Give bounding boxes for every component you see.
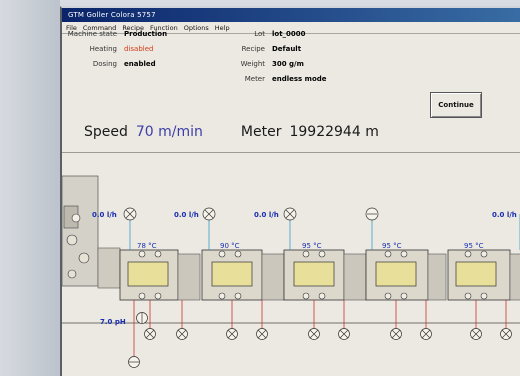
- process-schematic: 0.0 l/h 0.0 l/h 0.0 l/h 0.0 l/h 78 °C 90…: [62, 175, 520, 368]
- weight-row: Weight 300 g/m: [222, 60, 304, 68]
- continue-button[interactable]: Continue: [430, 92, 482, 118]
- app-window: GTM Goller Colora 5757 File Command Reci…: [60, 6, 520, 376]
- temp-label-5: 95 °C: [464, 242, 484, 250]
- window-titlebar[interactable]: GTM Goller Colora 5757: [62, 8, 520, 22]
- heating-value: disabled: [124, 45, 154, 53]
- drain-valves: [128, 312, 512, 368]
- lot-row: Lot lot_0000: [222, 30, 306, 38]
- flow-label-2: 0.0 l/h: [174, 211, 199, 219]
- machine-state-label: Machine state: [67, 30, 117, 38]
- temp-label-4: 95 °C: [382, 242, 402, 250]
- tank-row: [119, 249, 520, 301]
- weight-value: 300 g/m: [272, 60, 304, 68]
- recipe-row: Recipe Default: [222, 45, 301, 53]
- heating-row: Heating disabled: [62, 45, 154, 53]
- recipe-label: Recipe: [241, 45, 265, 53]
- temp-label-3: 95 °C: [302, 242, 322, 250]
- readout-line: Speed 70 m/min Meter 19922944 m: [84, 124, 379, 140]
- menu-options[interactable]: Options: [184, 22, 209, 33]
- meter-mode-label: Meter: [244, 75, 265, 83]
- machine-state-value: Production: [124, 30, 168, 38]
- dosing-value: enabled: [124, 60, 156, 68]
- lot-label: Lot: [254, 30, 265, 38]
- recipe-value: Default: [272, 45, 302, 53]
- dosing-row: Dosing enabled: [62, 60, 156, 68]
- dosing-valves: [123, 207, 379, 221]
- meter-label: Meter: [240, 124, 282, 140]
- dosing-label: Dosing: [92, 60, 117, 68]
- inlet-machinery: [62, 175, 121, 289]
- meter-value: 19922944 m: [289, 124, 379, 140]
- temp-label-1: 78 °C: [137, 242, 157, 250]
- flow-label-1: 0.0 l/h: [92, 211, 117, 219]
- speed-label: Speed: [84, 124, 128, 140]
- machine-state-row: Machine state Production: [62, 30, 167, 38]
- temp-label-2: 90 °C: [220, 242, 240, 250]
- flow-label-4: 0.0 l/h: [492, 211, 517, 219]
- weight-label: Weight: [240, 60, 265, 68]
- meter-mode-row: Meter endless mode: [222, 75, 327, 83]
- meter-mode-value: endless mode: [272, 75, 327, 83]
- lot-value: lot_0000: [272, 30, 306, 38]
- desktop-stripe: [0, 0, 60, 376]
- separator: [62, 152, 520, 153]
- speed-value: 70 m/min: [135, 124, 203, 140]
- flow-label-3: 0.0 l/h: [254, 211, 279, 219]
- readout-spacer: [211, 124, 233, 140]
- heating-label: Heating: [89, 45, 117, 53]
- ph-label: 7.0 pH: [100, 318, 126, 326]
